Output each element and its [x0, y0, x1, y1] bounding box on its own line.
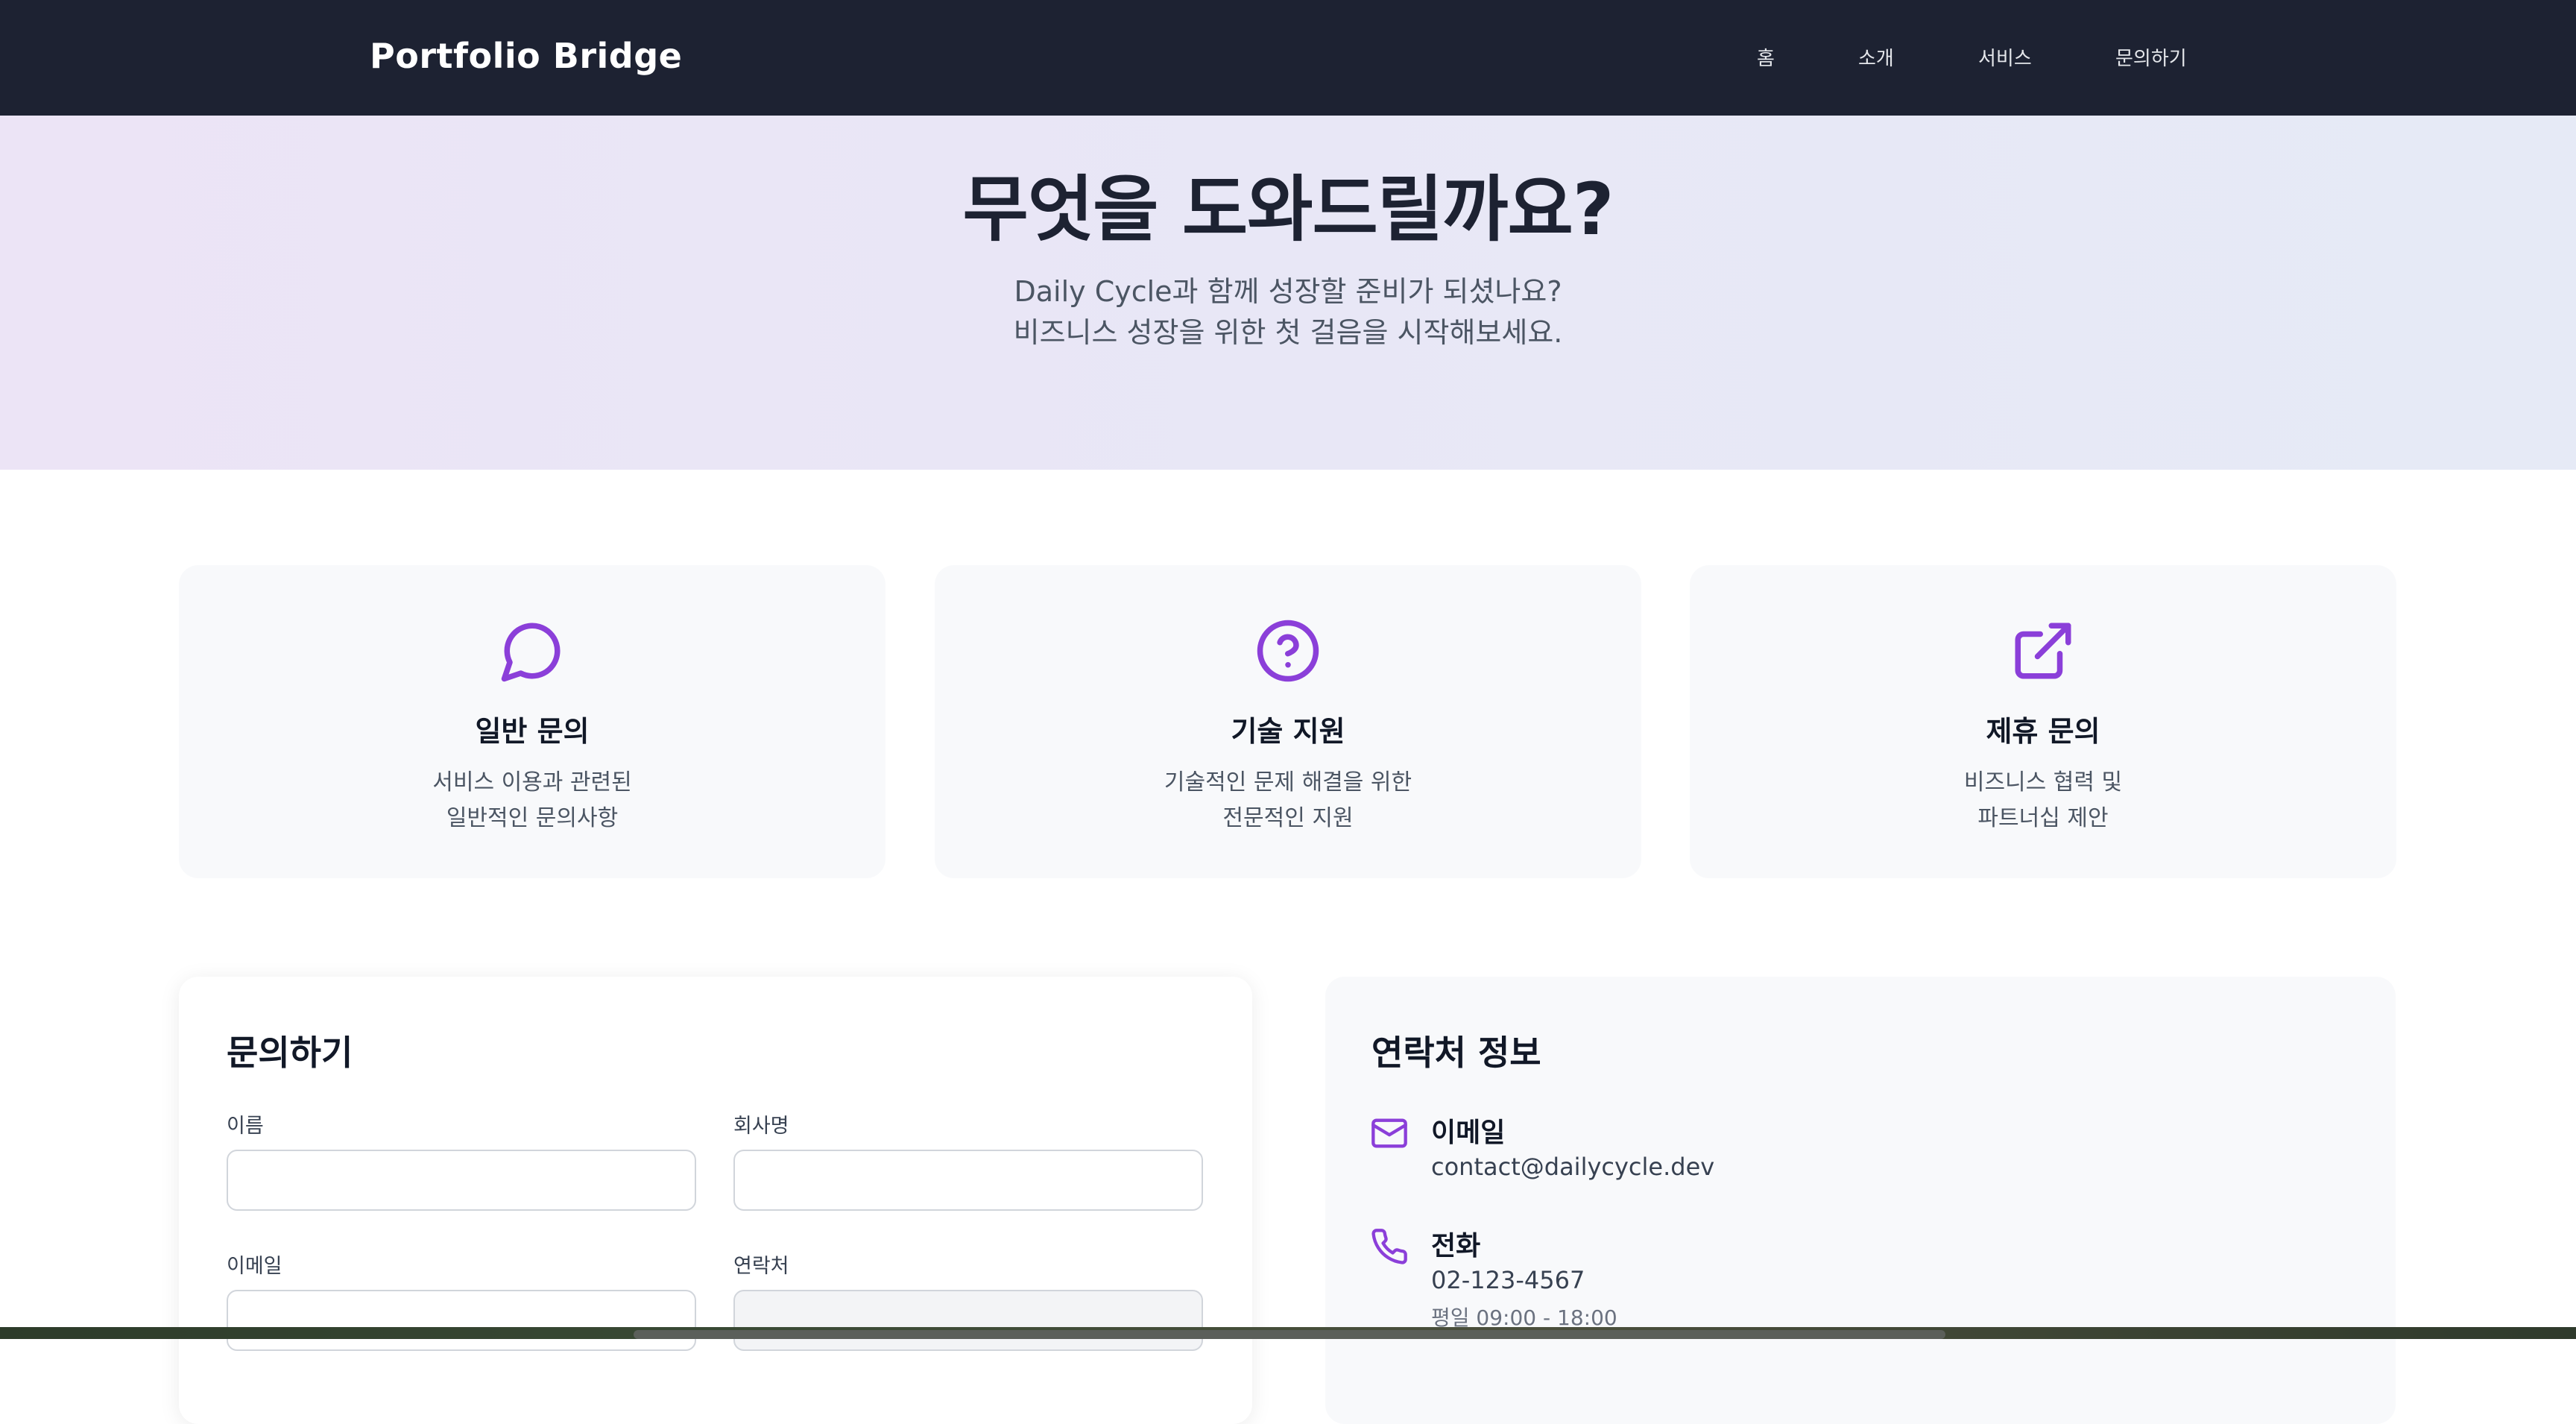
contact-form: 문의하기 이름 회사명 이메일 연락처: [179, 977, 1252, 1424]
card-title: 기술 지원: [1231, 715, 1345, 748]
card-desc-line-1: 서비스 이용과 관련된: [432, 769, 632, 796]
company-field[interactable]: [733, 1150, 1203, 1211]
nav-item-about[interactable]: 소개: [1858, 43, 1894, 71]
name-label: 이름: [227, 1115, 264, 1138]
contact-info-title: 연락처 정보: [1371, 1033, 1541, 1073]
card-partnership[interactable]: 제휴 문의 비즈니스 협력 및 파트너십 제안: [1690, 565, 2396, 878]
company-label: 회사명: [733, 1115, 789, 1138]
card-desc-line-1: 기술적인 문제 해결을 위한: [1164, 769, 1412, 796]
name-field[interactable]: [227, 1150, 696, 1211]
chat-bubble-icon: [179, 617, 886, 684]
nav-item-home[interactable]: 홈: [1757, 43, 1775, 71]
external-link-icon: [1690, 617, 2396, 684]
card-general-inquiry[interactable]: 일반 문의 서비스 이용과 관련된 일반적인 문의사항: [179, 565, 886, 878]
nav-item-contact[interactable]: 문의하기: [2115, 43, 2187, 71]
phone-heading: 전화: [1431, 1231, 1481, 1261]
card-desc-line-2: 파트너십 제안: [1977, 805, 2109, 831]
brand-logo[interactable]: Portfolio Bridge: [370, 36, 682, 76]
phone-value[interactable]: 02-123-4567: [1431, 1266, 1585, 1294]
question-circle-icon: [935, 617, 1641, 684]
card-title: 일반 문의: [475, 715, 590, 748]
phone-label: 연락처: [733, 1255, 789, 1278]
top-navbar: Portfolio Bridge 홈 소개 서비스 문의하기: [0, 0, 2576, 116]
card-desc-line-2: 일반적인 문의사항: [446, 805, 619, 831]
email-field[interactable]: [227, 1290, 696, 1351]
email-label: 이메일: [227, 1255, 282, 1278]
hero-subtitle-line-1: Daily Cycle과 함께 성장할 준비가 되셨나요?: [1014, 275, 1562, 308]
contact-info-card: 연락처 정보 이메일 contact@dailycycle.dev 전화 02-…: [1325, 977, 2396, 1424]
email-heading: 이메일: [1431, 1118, 1506, 1148]
phone-field[interactable]: [733, 1290, 1203, 1351]
card-desc-line-2: 전문적인 지원: [1222, 805, 1354, 831]
mail-icon: [1371, 1118, 1407, 1148]
hero-section: 무엇을 도와드릴까요? Daily Cycle과 함께 성장할 준비가 되셨나요…: [0, 116, 2576, 470]
hero-subtitle-line-2: 비즈니스 성장을 위한 첫 걸음을 시작해보세요.: [1013, 316, 1563, 349]
phone-icon: [1371, 1229, 1407, 1264]
card-title: 제휴 문의: [1986, 715, 2100, 748]
card-tech-support[interactable]: 기술 지원 기술적인 문제 해결을 위한 전문적인 지원: [935, 565, 1641, 878]
hero-title: 무엇을 도와드릴까요?: [962, 168, 1614, 251]
nav-item-services[interactable]: 서비스: [1978, 43, 2032, 71]
form-title: 문의하기: [227, 1033, 353, 1073]
email-value[interactable]: contact@dailycycle.dev: [1431, 1153, 1714, 1181]
dock-shadow: [634, 1330, 1945, 1339]
card-desc-line-1: 비즈니스 협력 및: [1963, 769, 2123, 796]
